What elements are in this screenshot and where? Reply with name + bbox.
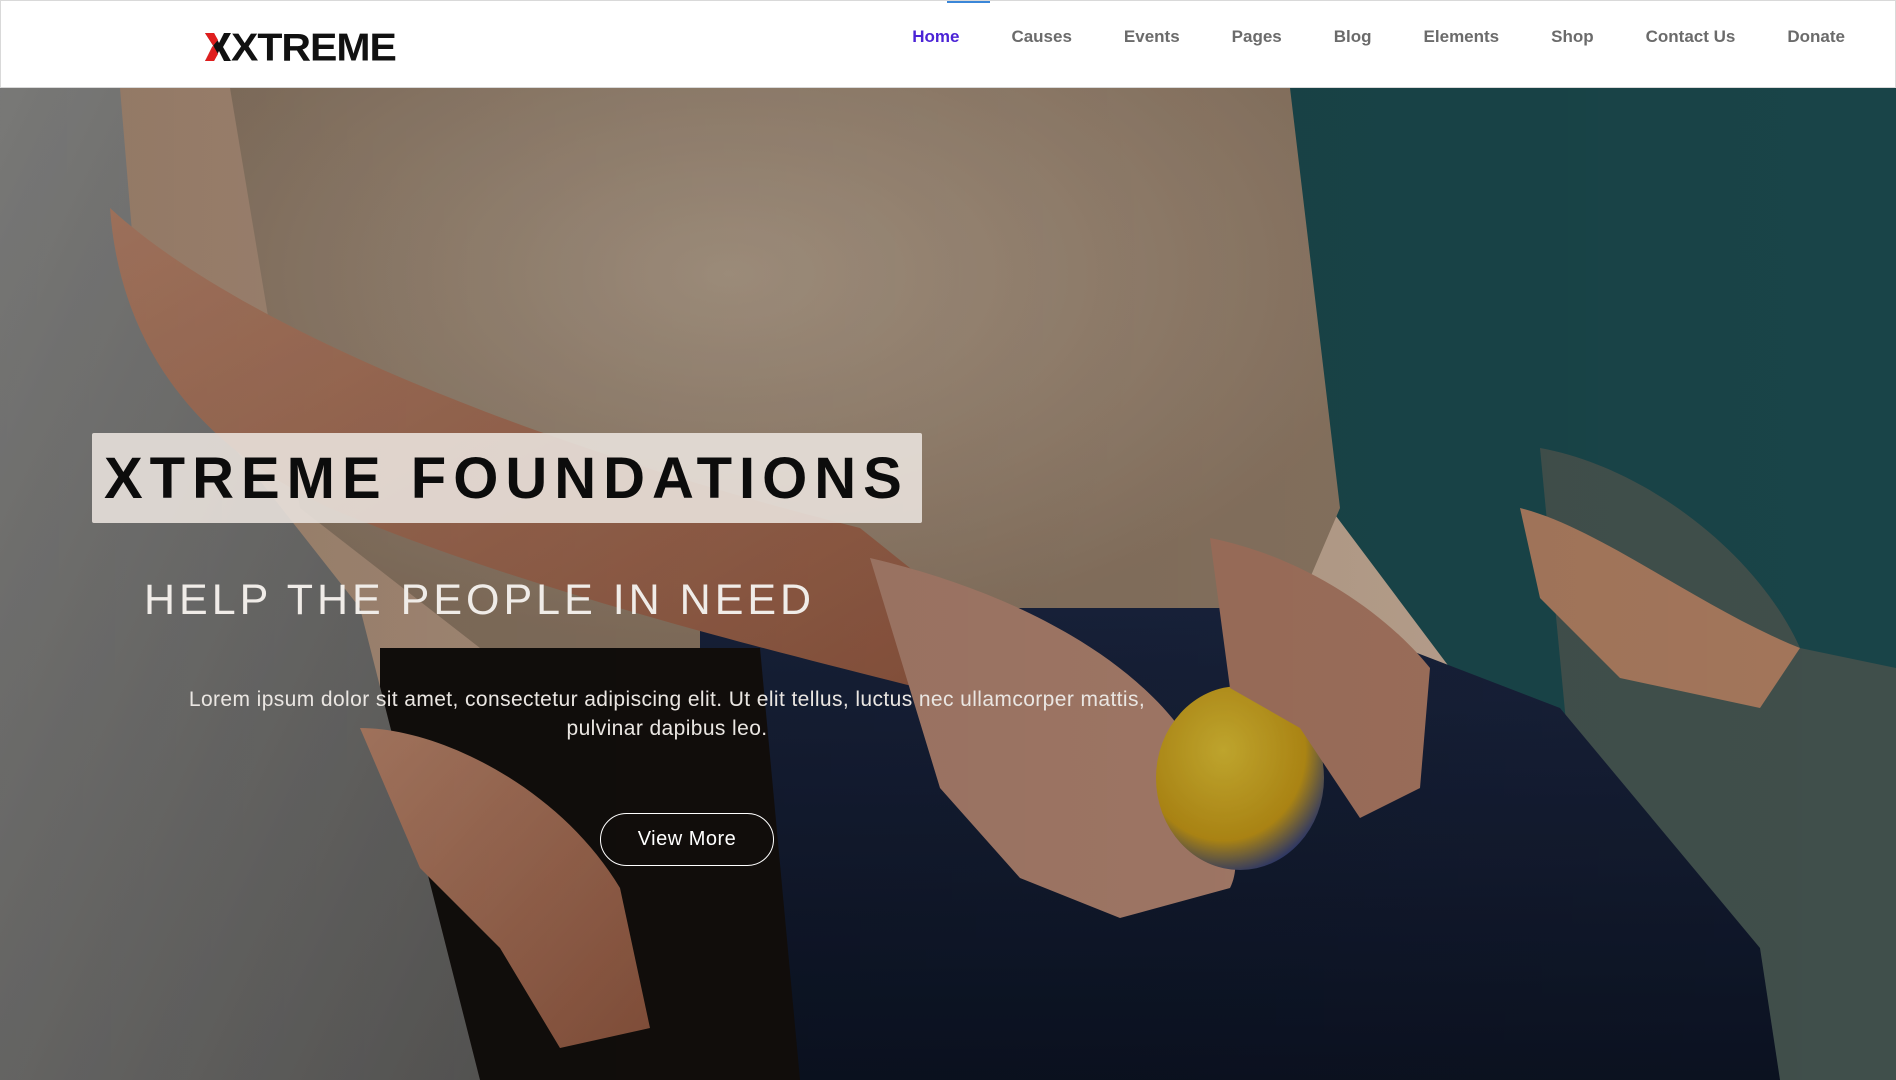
- nav-item-shop[interactable]: Shop: [1525, 1, 1620, 73]
- nav-item-pages[interactable]: Pages: [1206, 1, 1308, 73]
- hero-description-line-2: pulvinar dapibus leo.: [566, 717, 768, 740]
- hero-title: XTREME FOUNDATIONS: [104, 445, 909, 511]
- nav-item-home[interactable]: Home: [886, 1, 985, 73]
- nav-active-indicator: [947, 1, 990, 3]
- site-header: XTREME Home Causes Events Pages Blog Ele…: [0, 0, 1896, 88]
- hero-title-box: XTREME FOUNDATIONS: [92, 433, 922, 523]
- nav-item-donate[interactable]: Donate: [1761, 1, 1895, 73]
- view-more-button[interactable]: View More: [600, 813, 774, 866]
- hero-subtitle: HELP THE PEOPLE IN NEED: [144, 576, 816, 624]
- hero-section: XTREME FOUNDATIONS HELP THE PEOPLE IN NE…: [0, 88, 1896, 1080]
- logo-wordmark: XTREME: [231, 25, 397, 69]
- nav-item-elements[interactable]: Elements: [1398, 1, 1526, 73]
- site-logo[interactable]: XTREME: [205, 25, 397, 69]
- hero-description-line-1: Lorem ipsum dolor sit amet, consectetur …: [188, 688, 1146, 711]
- logo-x-mark-icon: [205, 33, 231, 61]
- nav-item-contact-us[interactable]: Contact Us: [1620, 1, 1762, 73]
- main-navigation: Home Causes Events Pages Blog Elements S…: [886, 1, 1895, 73]
- nav-item-events[interactable]: Events: [1098, 1, 1206, 73]
- nav-item-causes[interactable]: Causes: [985, 1, 1097, 73]
- hero-description: Lorem ipsum dolor sit amet, consectetur …: [112, 685, 1222, 743]
- nav-item-blog[interactable]: Blog: [1308, 1, 1398, 73]
